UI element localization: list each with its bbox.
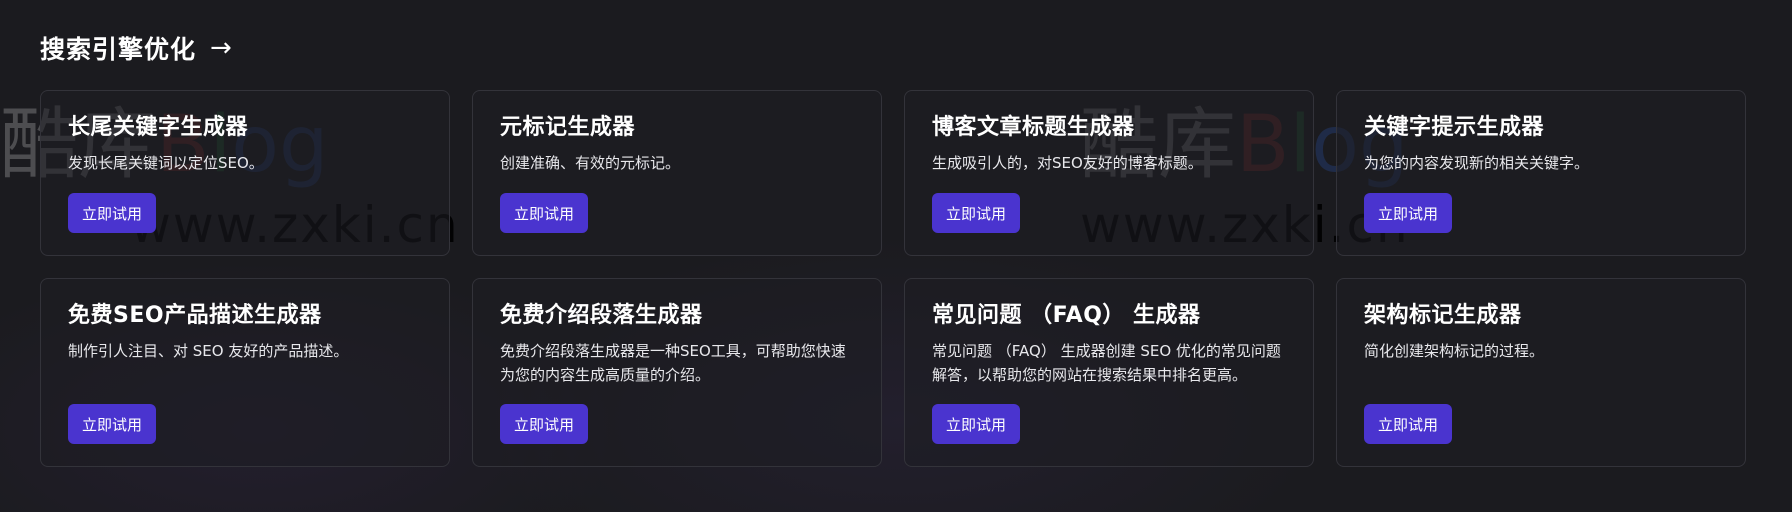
card-title: 免费SEO产品描述生成器 — [68, 303, 322, 328]
seo-section: 搜索引擎优化 → 长尾关键字生成器 发现长尾关键词以定位SEO。 立即试用 元标… — [40, 30, 1748, 467]
card-title: 架构标记生成器 — [1364, 303, 1522, 328]
card-description: 生成吸引人的，对SEO友好的博客标题。 — [932, 154, 1203, 172]
tool-card-blog-title[interactable]: 博客文章标题生成器 生成吸引人的，对SEO友好的博客标题。 立即试用 — [904, 90, 1314, 256]
arrow-right-icon[interactable]: → — [210, 35, 232, 61]
tool-card-faq[interactable]: 常见问题 （FAQ） 生成器 常见问题 （FAQ） 生成器创建 SEO 优化的常… — [904, 278, 1314, 467]
card-description: 创建准确、有效的元标记。 — [500, 154, 681, 172]
section-header: 搜索引擎优化 → — [40, 30, 1748, 66]
card-description: 常见问题 （FAQ） 生成器创建 SEO 优化的常见问题解答，以帮助您的网站在搜… — [932, 342, 1281, 384]
card-description: 发现长尾关键词以定位SEO。 — [68, 154, 264, 172]
card-description: 为您的内容发现新的相关关键字。 — [1364, 154, 1590, 172]
tool-card-schema-markup[interactable]: 架构标记生成器 简化创建架构标记的过程。 立即试用 — [1336, 278, 1746, 467]
card-title: 元标记生成器 — [500, 115, 636, 140]
card-description: 免费介绍段落生成器是一种SEO工具，可帮助您快速为您的内容生成高质量的介绍。 — [500, 342, 846, 384]
try-now-button[interactable]: 立即试用 — [1364, 193, 1453, 233]
try-now-button[interactable]: 立即试用 — [68, 404, 157, 444]
tool-card-intro-paragraph[interactable]: 免费介绍段落生成器 免费介绍段落生成器是一种SEO工具，可帮助您快速为您的内容生… — [472, 278, 882, 467]
card-description: 简化创建架构标记的过程。 — [1364, 342, 1545, 360]
try-now-button[interactable]: 立即试用 — [932, 193, 1021, 233]
tool-card-long-tail-keyword[interactable]: 长尾关键字生成器 发现长尾关键词以定位SEO。 立即试用 — [40, 90, 450, 256]
card-title: 长尾关键字生成器 — [68, 115, 249, 140]
try-now-button[interactable]: 立即试用 — [1364, 404, 1453, 444]
try-now-button[interactable]: 立即试用 — [932, 404, 1021, 444]
try-now-button[interactable]: 立即试用 — [68, 193, 157, 233]
try-now-button[interactable]: 立即试用 — [500, 404, 589, 444]
card-description: 制作引人注目、对 SEO 友好的产品描述。 — [68, 342, 349, 360]
card-title: 免费介绍段落生成器 — [500, 303, 703, 328]
try-now-button[interactable]: 立即试用 — [500, 193, 589, 233]
tool-card-meta-tag[interactable]: 元标记生成器 创建准确、有效的元标记。 立即试用 — [472, 90, 882, 256]
tool-card-grid: 长尾关键字生成器 发现长尾关键词以定位SEO。 立即试用 元标记生成器 创建准确… — [40, 90, 1748, 467]
tool-card-keyword-suggestion[interactable]: 关键字提示生成器 为您的内容发现新的相关关键字。 立即试用 — [1336, 90, 1746, 256]
section-title: 搜索引擎优化 — [40, 35, 197, 64]
card-title: 常见问题 （FAQ） 生成器 — [932, 303, 1201, 328]
card-title: 博客文章标题生成器 — [932, 115, 1135, 140]
card-title: 关键字提示生成器 — [1364, 115, 1545, 140]
tool-card-product-description[interactable]: 免费SEO产品描述生成器 制作引人注目、对 SEO 友好的产品描述。 立即试用 — [40, 278, 450, 467]
